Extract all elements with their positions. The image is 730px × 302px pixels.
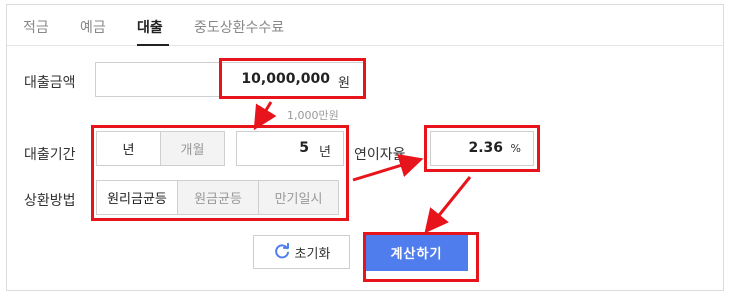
highlight-interest-rate — [424, 125, 540, 172]
interest-rate-label: 연이자율 — [354, 147, 406, 163]
reset-button-label: 초기화 — [294, 246, 331, 262]
refresh-icon — [274, 243, 289, 259]
loan-amount-hint: 1,000만원 — [287, 109, 339, 122]
tab-savings[interactable]: 적금 — [23, 17, 49, 37]
highlight-period-and-method — [91, 125, 349, 221]
tab-prepayment-fee[interactable]: 중도상환수수료 — [194, 17, 284, 37]
tab-loan[interactable]: 대출 — [137, 17, 163, 37]
tab-bar: 적금 예금 대출 중도상환수수료 — [7, 5, 723, 46]
highlight-loan-amount — [219, 58, 366, 99]
reset-button[interactable]: 초기화 — [253, 235, 350, 269]
highlight-calculate-button — [363, 232, 479, 282]
loan-period-label: 대출기간 — [24, 147, 76, 163]
tab-deposit[interactable]: 예금 — [80, 17, 106, 37]
repayment-method-label: 상환방법 — [24, 193, 76, 209]
active-tab-indicator — [137, 44, 169, 46]
loan-amount-label: 대출금액 — [24, 75, 76, 91]
